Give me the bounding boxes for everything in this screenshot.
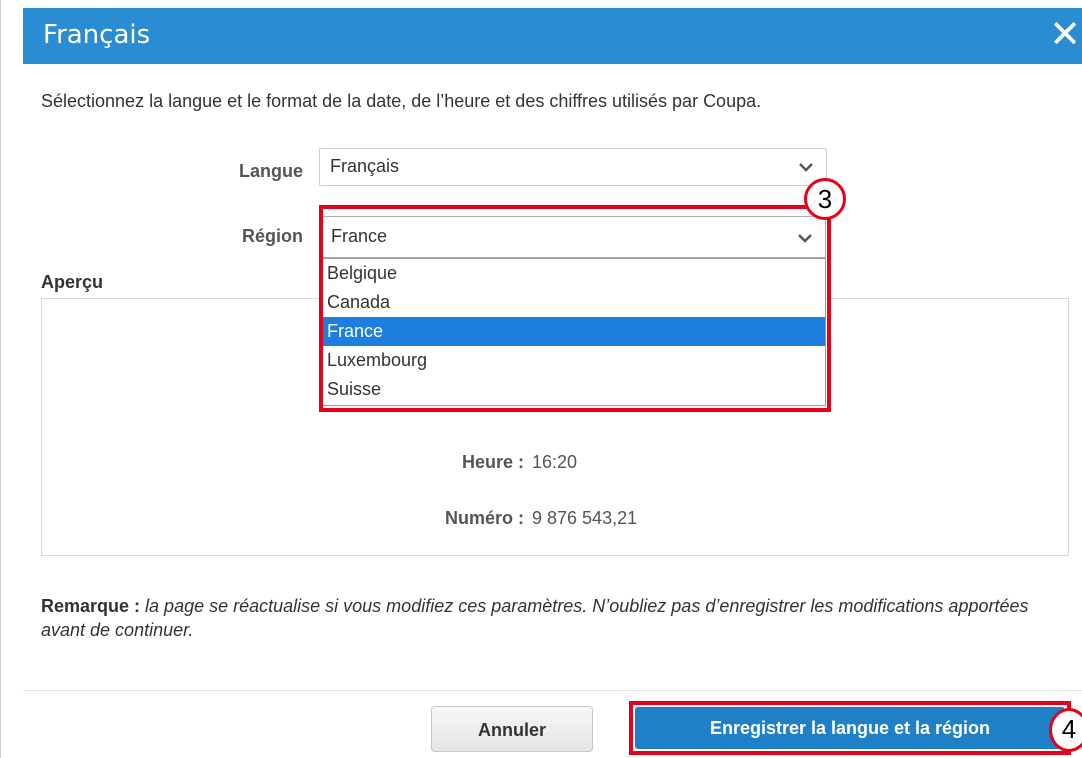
step-4-highlight xyxy=(629,701,1071,755)
cancel-button[interactable]: Annuler xyxy=(431,706,593,752)
footer-divider xyxy=(23,690,1082,691)
language-select-value: Français xyxy=(330,156,400,176)
time-label: Heure : xyxy=(461,452,524,472)
number-value: 9 876 543,21 xyxy=(532,508,638,528)
language-select[interactable]: Français xyxy=(319,148,827,186)
language-region-dialog: Français ✕ Sélectionnez la langue et le … xyxy=(0,0,1082,758)
language-label: Langue xyxy=(238,161,303,181)
step-3-highlight xyxy=(319,205,831,412)
preview-time: Heure : 16:20 xyxy=(414,452,577,473)
preview-number: Numéro : 9 876 543,21 xyxy=(414,508,637,529)
chevron-down-icon xyxy=(799,163,813,172)
step-4-badge: 4 xyxy=(1049,708,1082,752)
note-label: Remarque : xyxy=(41,596,141,616)
close-icon[interactable]: ✕ xyxy=(1047,14,1082,54)
dialog-header: Français ✕ xyxy=(23,8,1082,64)
note-text: Remarque : la page se réactualise si vou… xyxy=(41,594,1076,642)
number-label: Numéro : xyxy=(444,508,524,528)
step-3-badge: 3 xyxy=(804,178,846,220)
dialog-title: Français xyxy=(43,20,151,50)
region-label: Région xyxy=(242,226,303,246)
intro-text: Sélectionnez la langue et le format de l… xyxy=(41,91,762,111)
time-value: 16:20 xyxy=(532,452,578,472)
preview-title: Aperçu xyxy=(41,272,104,292)
note-body: la page se réactualise si vous modifiez … xyxy=(41,596,1029,640)
